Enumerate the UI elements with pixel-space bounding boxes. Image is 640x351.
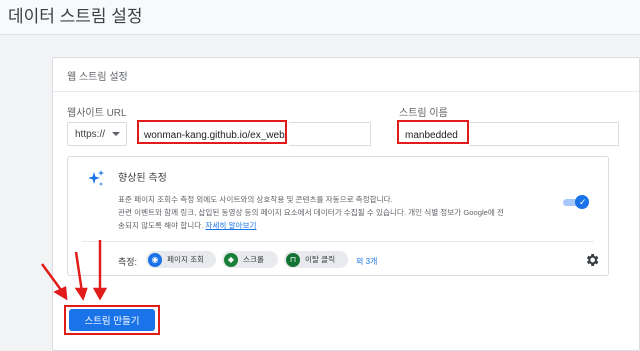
- page-title: 데이터 스트림 설정: [8, 7, 143, 26]
- website-url-label: 웹사이트 URL: [67, 108, 127, 119]
- chip-scroll: ◆ 스크롤: [222, 251, 278, 268]
- measure-label: 측정:: [118, 257, 138, 267]
- chevron-down-icon: [112, 132, 120, 136]
- description-line: 표준 페이지 조회수 측정 외에도 사이트와의 상호작용 및 콘텐츠를 자동으로…: [118, 195, 393, 204]
- website-url-input[interactable]: [137, 120, 287, 144]
- name-field-frame: [469, 122, 619, 146]
- diamond-arrow-icon: ◆: [224, 252, 238, 267]
- enhanced-measurement-description: 표준 페이지 조회수 측정 외에도 사이트와의 상호작용 및 콘텐츠를 자동으로…: [118, 193, 548, 232]
- enhanced-measurement-title: 향상된 측정: [118, 173, 167, 184]
- description-line: 송되지 않도록 해야 합니다. 자세히 알아보기: [118, 219, 548, 232]
- more-measurements-link[interactable]: 외 3개: [356, 256, 377, 267]
- check-icon: ✓: [579, 197, 587, 207]
- chip-label: 페이지 조회: [167, 255, 205, 264]
- eye-icon: ◉: [148, 252, 162, 267]
- red-arrow-annotations: [40, 240, 108, 301]
- gear-icon[interactable]: [584, 252, 600, 268]
- enhanced-measurement-card: 향상된 측정 표준 페이지 조회수 측정 외에도 사이트와의 상호작용 및 콘텐…: [67, 156, 609, 276]
- chip-page-views: ◉ 페이지 조회: [146, 251, 216, 268]
- description-line: 관련 이벤트와 함께 링크, 삽입된 동영상 등의 페이지 요소에서 데이터가 …: [118, 208, 504, 217]
- url-field-frame: [289, 122, 371, 146]
- description-text: 송되지 않도록 해야 합니다.: [118, 221, 204, 230]
- enhanced-measurement-toggle[interactable]: ✓: [563, 195, 591, 209]
- protocol-value: https://: [75, 129, 106, 140]
- divider: [82, 241, 594, 242]
- create-stream-button[interactable]: 스트림 만들기: [69, 309, 155, 331]
- sparkle-icon: [88, 170, 104, 186]
- panel-header-label: 웹 스트림 설정: [67, 72, 128, 83]
- learn-more-link[interactable]: 자세히 알아보기: [205, 221, 256, 230]
- protocol-select[interactable]: https://: [67, 122, 127, 146]
- chip-label: 스크롤: [243, 255, 264, 264]
- chip-outbound-clicks: ⊓ 이탈 클릭: [284, 251, 348, 268]
- stream-name-input[interactable]: [397, 120, 469, 144]
- mouse-icon: ⊓: [286, 252, 300, 267]
- panel-header: 웹 스트림 설정: [53, 58, 639, 92]
- chip-label: 이탈 클릭: [305, 255, 336, 264]
- stream-name-label: 스트림 이름: [399, 108, 448, 119]
